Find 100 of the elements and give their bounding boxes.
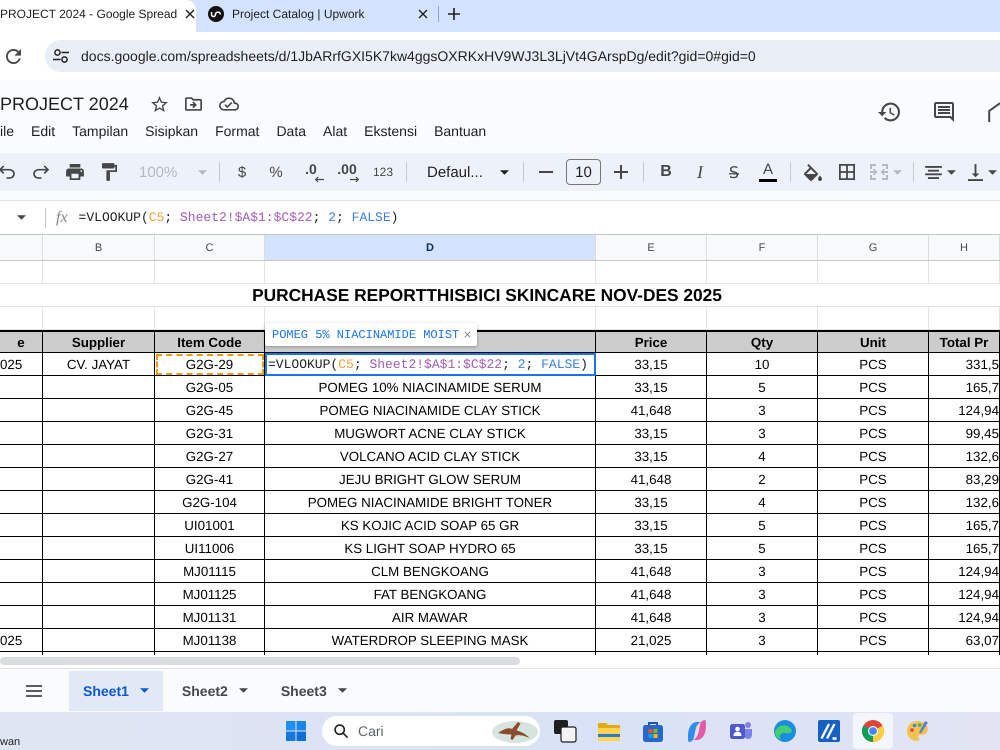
cloud-check-icon[interactable]	[218, 97, 239, 111]
menu-item[interactable]: Bantuan	[434, 123, 486, 139]
caret-icon	[338, 688, 347, 693]
number-format-button[interactable]: 123	[368, 158, 398, 186]
column-header[interactable]: D	[265, 235, 596, 260]
table-cell: 165,7	[929, 514, 1000, 537]
horizontal-scrollbar[interactable]	[0, 657, 520, 665]
caret-icon	[238, 688, 248, 693]
table-cell: PCS	[818, 376, 929, 399]
table-cell: 41,648	[596, 468, 707, 491]
table-cell: 331,5	[929, 353, 1000, 376]
formula-input[interactable]: =VLOOKUP(C5; Sheet2!$A$1:$C$22; 2; FALSE)	[78, 210, 1000, 225]
empty-cell	[929, 261, 1000, 284]
search-icon	[334, 724, 348, 738]
font-dropdown[interactable]: Defaul...	[415, 158, 515, 186]
table-cell: POMEG NIACINAMIDE BRIGHT TONER	[265, 491, 596, 514]
table-cell: PCS	[818, 445, 929, 468]
column-header[interactable]: E	[596, 235, 707, 260]
address-bar[interactable]: docs.google.com/spreadsheets/d/1JbARrfGXI5K7kw4ggsOXRKxHV9WJ3L3LjVt4GArspDg/edit?gid=0#gid=0	[45, 40, 1000, 72]
strikethrough-button[interactable]: S̶	[720, 158, 748, 186]
browser-tab[interactable]: Project Catalog | Upwork	[201, 0, 438, 32]
table-cell: 025	[0, 353, 43, 376]
table-cell: 33,15	[596, 537, 707, 560]
table-cell: 165,7	[929, 376, 1000, 399]
table-cell: 124,94	[929, 560, 1000, 583]
italic-button[interactable]: I	[686, 158, 714, 186]
table-cell: 165,7	[929, 537, 1000, 560]
table-cell: MJ01125	[155, 583, 265, 606]
decrease-decimal-button[interactable]: .0	[296, 158, 326, 186]
empty-cell	[0, 422, 43, 445]
arrow-right-icon	[350, 176, 360, 182]
grid-icon	[839, 164, 855, 180]
currency-button[interactable]: $	[228, 158, 256, 186]
bent-line-icon[interactable]	[988, 102, 1000, 122]
menu-item[interactable]: Sisipkan	[145, 123, 198, 139]
menu-item[interactable]: ile	[0, 123, 14, 139]
percent-button[interactable]: %	[262, 158, 290, 186]
menu-item[interactable]: Edit	[31, 123, 56, 139]
column-header[interactable]: B	[43, 235, 155, 260]
history-icon[interactable]	[878, 102, 900, 122]
cell-editor[interactable]: =VLOOKUP(C5; Sheet2!$A$1:$C$22; 2; FALSE)	[265, 353, 596, 376]
plus-icon	[614, 165, 628, 179]
hint-text: POMEG 5% NIACINAMIDE MOIST	[272, 328, 460, 342]
table-cell: G2G-29	[155, 353, 265, 376]
table-cell: MJ01131	[155, 606, 265, 629]
increase-decimal-button[interactable]: .00	[332, 158, 362, 186]
comment-icon[interactable]	[933, 102, 955, 122]
table-cell: 124,94	[929, 606, 1000, 629]
caret-icon	[17, 215, 26, 220]
table-cell: 4	[707, 445, 818, 468]
folder-arrow-icon[interactable]	[184, 96, 202, 112]
undo-icon	[0, 165, 15, 179]
star-icon[interactable]	[150, 96, 168, 112]
menu-icon[interactable]	[26, 684, 42, 696]
close-icon[interactable]	[185, 9, 196, 19]
table-cell: 3	[707, 606, 818, 629]
browser-tab[interactable]: PROJECT 2024 - Google Spread	[0, 0, 196, 32]
close-icon[interactable]	[418, 9, 428, 19]
caret-icon	[198, 170, 207, 174]
column-heading: Unit	[818, 330, 929, 353]
reload-icon[interactable]	[6, 48, 21, 64]
table-cell: 10	[707, 353, 818, 376]
menu-item[interactable]: Tampilan	[72, 123, 128, 139]
column-header[interactable]: F	[707, 235, 818, 260]
table-cell: MJ01115	[155, 560, 265, 583]
menu-item[interactable]: Data	[276, 123, 306, 139]
table-cell: PCS	[818, 353, 929, 376]
sheet-tab[interactable]: Sheet3	[266, 670, 361, 710]
menu-item[interactable]: Ekstensi	[364, 123, 418, 139]
sheet-tab[interactable]: Sheet1	[69, 670, 163, 710]
search-field[interactable]: Cari	[322, 716, 540, 746]
paint-roller-icon	[102, 163, 116, 181]
table-cell: PCS	[818, 514, 929, 537]
column-heading: Item Code	[155, 330, 265, 353]
table-cell: 124,94	[929, 399, 1000, 422]
table-cell: G2G-31	[155, 422, 265, 445]
sheet-tab[interactable]: Sheet2	[168, 670, 262, 710]
table-cell: 3	[707, 583, 818, 606]
caret-icon	[947, 170, 956, 174]
bold-button[interactable]: B	[652, 158, 680, 186]
minus-icon	[539, 171, 553, 173]
search-input[interactable]: Cari	[358, 723, 478, 739]
sliders-icon[interactable]	[53, 49, 69, 63]
empty-cell	[0, 606, 43, 629]
table-cell: 2	[707, 468, 818, 491]
new-tab-icon[interactable]	[448, 8, 460, 20]
empty-cell	[0, 445, 43, 468]
text-color-button[interactable]: A	[754, 158, 782, 186]
text-align-icon	[925, 166, 942, 178]
table-cell: 3	[707, 399, 818, 422]
column-header[interactable]: G	[818, 235, 929, 260]
column-header[interactable]: H	[929, 235, 1000, 260]
font-size-field[interactable]: 10	[566, 159, 601, 185]
shopping-bag-icon	[641, 719, 665, 743]
menu-item[interactable]: Alat	[323, 123, 348, 139]
menu-item[interactable]: Format	[215, 123, 260, 139]
table-cell: KS LIGHT SOAP HYDRO 65	[265, 537, 596, 560]
document-title[interactable]: PROJECT 2024	[0, 94, 129, 114]
table-cell: 99,45	[929, 422, 1000, 445]
table-cell: VOLCANO ACID CLAY STICK	[265, 445, 596, 468]
